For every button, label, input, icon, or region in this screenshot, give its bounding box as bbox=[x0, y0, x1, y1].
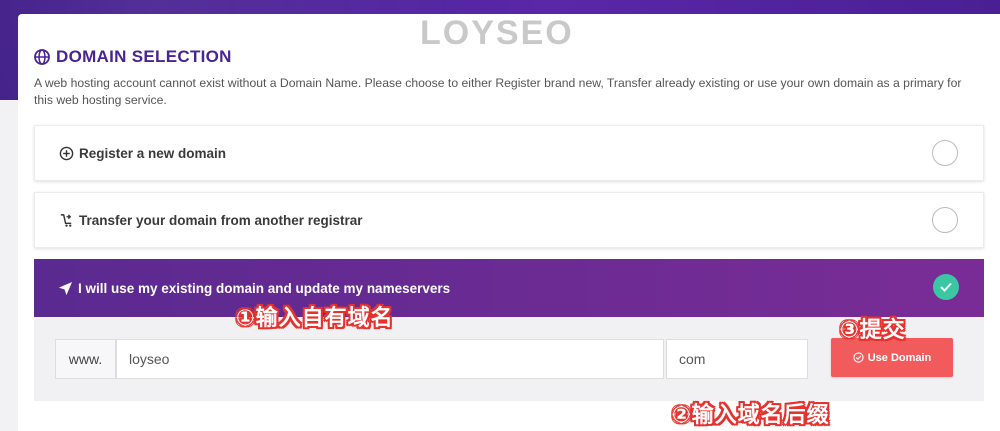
option-label: Register a new domain bbox=[79, 145, 227, 161]
check-circle-icon bbox=[853, 352, 864, 363]
check-icon bbox=[940, 282, 952, 292]
radio-unchecked[interactable] bbox=[932, 140, 958, 166]
annotation-step3: ③提交 bbox=[840, 317, 906, 342]
option-label: Transfer your domain from another regist… bbox=[79, 212, 363, 228]
use-domain-label: Use Domain bbox=[867, 351, 932, 364]
transfer-cart-icon bbox=[60, 213, 72, 227]
plus-circle-icon bbox=[59, 146, 74, 160]
option-label: I will use my existing domain and update… bbox=[78, 280, 451, 296]
radio-checked[interactable] bbox=[933, 274, 959, 300]
option-use-existing-domain[interactable]: I will use my existing domain and update… bbox=[34, 259, 984, 317]
option-transfer-domain[interactable]: Transfer your domain from another regist… bbox=[34, 192, 984, 248]
send-arrow-icon bbox=[58, 281, 73, 295]
option-register-domain[interactable]: Register a new domain bbox=[34, 125, 984, 181]
tld-input[interactable]: com bbox=[666, 339, 808, 379]
annotation-step1: ①输入自有域名 bbox=[236, 305, 394, 330]
www-prefix-label: www. bbox=[55, 339, 116, 379]
annotation-step2: ②输入域名后缀 bbox=[672, 402, 830, 427]
watermark-logo: LOYSEO bbox=[420, 14, 574, 52]
section-title-text: DOMAIN SELECTION bbox=[56, 47, 232, 66]
radio-unchecked[interactable] bbox=[932, 207, 958, 233]
globe-icon bbox=[34, 49, 50, 65]
section-title: DOMAIN SELECTION bbox=[34, 47, 232, 67]
section-description: A web hosting account cannot exist witho… bbox=[34, 76, 962, 107]
domain-name-input[interactable]: loyseo bbox=[116, 339, 664, 379]
